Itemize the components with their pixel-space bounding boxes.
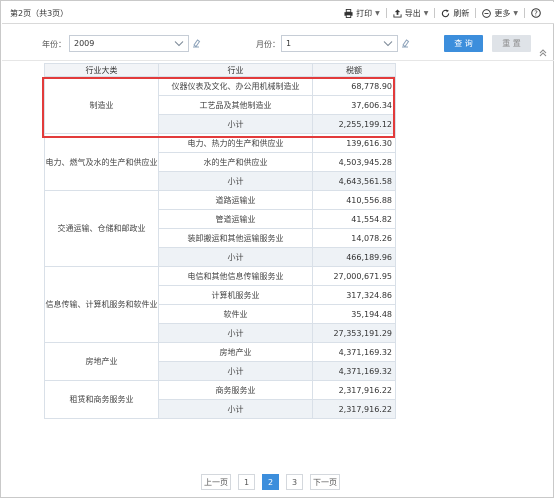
table-row: 租赁和商务服务业 商务服务业 2,317,916.22 — [44, 380, 396, 419]
pagination: 上一页 1 2 3 下一页 — [201, 474, 347, 490]
more-label: 更多 — [494, 8, 511, 18]
filter-bar: 年份： 2009 月份： 1 查 询 重 置 — [2, 25, 554, 61]
industry-cell: 仪器仪表及文化、办公用机械制造业 — [158, 76, 313, 96]
chevron-down-icon: ▼ — [375, 9, 380, 17]
export-icon — [393, 8, 402, 18]
report-window: 第2页（共3页） 打印 ▼ 导出 ▼ 刷新 更多 ▼ ? 年份： 2009 月份… — [0, 0, 554, 498]
industry-cell: 计算机服务业 — [158, 285, 313, 305]
page-info: 第2页（共3页） — [10, 9, 69, 18]
industry-cell: 电力、热力的生产和供应业 — [158, 133, 313, 153]
tax-cell: 68,778.90 — [312, 76, 396, 96]
table-row: 交通运输、仓储和邮政业 道路运输业 410,556.88 — [44, 190, 396, 267]
clear-icon[interactable] — [191, 38, 201, 48]
tax-cell: 14,078.26 — [312, 228, 396, 248]
prev-page-button[interactable]: 上一页 — [201, 474, 231, 490]
refresh-label: 刷新 — [453, 8, 470, 18]
year-select[interactable]: 2009 — [69, 35, 189, 52]
chevron-down-icon: ▼ — [513, 9, 518, 17]
more-button[interactable]: 更多 ▼ — [478, 8, 522, 19]
industry-cell: 商务服务业 — [158, 380, 313, 400]
subtotal-label: 小计 — [158, 399, 313, 419]
table-row: 信息传输、计算机服务和软件业 电信和其他信息传输服务业 27,000,671.9… — [44, 266, 396, 343]
industry-cell: 装卸搬运和其他运输服务业 — [158, 228, 313, 248]
table-row: 房地产业 房地产业 4,371,169.32 — [44, 342, 396, 381]
table-row: 制造业 仪器仪表及文化、办公用机械制造业 68,778.90 — [44, 76, 396, 134]
subtotal-tax: 2,317,916.22 — [312, 399, 396, 419]
tax-cell: 37,606.34 — [312, 95, 396, 115]
export-label: 导出 — [404, 8, 421, 18]
subtotal-label: 小计 — [158, 323, 313, 343]
subtotal-tax: 4,371,169.32 — [312, 361, 396, 381]
industry-cell: 房地产业 — [158, 342, 313, 362]
page-button-3[interactable]: 3 — [286, 474, 303, 490]
divider — [524, 8, 525, 18]
month-label: 月份： — [256, 40, 280, 49]
industry-cell: 工艺品及其他制造业 — [158, 95, 313, 115]
printer-icon — [344, 8, 353, 18]
subtotal-tax: 466,189.96 — [312, 247, 396, 267]
subtotal-tax: 4,643,561.58 — [312, 171, 396, 191]
clear-icon[interactable] — [400, 38, 410, 48]
tax-cell: 2,317,916.22 — [312, 380, 396, 400]
print-button[interactable]: 打印 ▼ — [340, 8, 384, 19]
help-button[interactable]: ? — [527, 8, 548, 18]
tax-cell: 410,556.88 — [312, 190, 396, 210]
category-cell: 信息传输、计算机服务和软件业 — [44, 266, 159, 343]
divider — [475, 8, 477, 18]
month-select[interactable]: 1 — [281, 35, 398, 52]
page-button-2[interactable]: 2 — [262, 474, 279, 490]
year-label: 年份： — [42, 40, 66, 49]
subtotal-label: 小计 — [158, 361, 313, 381]
subtotal-label: 小计 — [158, 114, 313, 134]
subtotal-label: 小计 — [158, 247, 313, 267]
top-toolbar: 第2页（共3页） 打印 ▼ 导出 ▼ 刷新 更多 ▼ ? — [2, 2, 554, 24]
next-page-button[interactable]: 下一页 — [310, 474, 340, 490]
tax-cell: 317,324.86 — [312, 285, 396, 305]
page-button-1[interactable]: 1 — [238, 474, 255, 490]
divider — [434, 8, 436, 18]
divider — [385, 8, 387, 18]
table-header-row: 行业大类 行业 税额 — [44, 63, 396, 77]
industry-cell: 水的生产和供应业 — [158, 152, 313, 172]
category-cell: 房地产业 — [44, 342, 159, 381]
svg-text:?: ? — [534, 10, 538, 18]
reset-button[interactable]: 重 置 — [492, 35, 531, 52]
column-header-category: 行业大类 — [44, 63, 159, 77]
refresh-icon — [442, 8, 450, 17]
category-cell: 电力、燃气及水的生产和供应业 — [44, 133, 159, 191]
industry-cell: 道路运输业 — [158, 190, 313, 210]
chevron-down-icon: ▼ — [423, 9, 429, 17]
category-cell: 租赁和商务服务业 — [44, 380, 159, 419]
tax-cell: 139,616.30 — [312, 133, 396, 153]
chevron-down-icon — [174, 41, 184, 47]
subtotal-tax: 2,255,199.12 — [312, 114, 396, 134]
table-row: 电力、燃气及水的生产和供应业 电力、热力的生产和供应业 139,616.30 — [44, 133, 396, 191]
category-cell: 制造业 — [44, 76, 159, 134]
category-cell: 交通运输、仓储和邮政业 — [44, 190, 159, 267]
help-icon: ? — [531, 8, 541, 18]
export-button[interactable]: 导出 ▼ — [389, 8, 433, 19]
more-icon — [482, 8, 492, 18]
industry-cell: 管道运输业 — [158, 209, 313, 229]
industry-cell: 电信和其他信息传输服务业 — [158, 266, 313, 286]
tax-cell: 41,554.82 — [312, 209, 396, 229]
chevron-down-icon — [383, 41, 393, 47]
refresh-button[interactable]: 刷新 — [437, 8, 473, 19]
tax-cell: 4,371,169.32 — [312, 342, 396, 362]
collapse-icon[interactable] — [539, 49, 547, 57]
column-header-industry: 行业 — [158, 63, 313, 77]
tax-cell: 35,194.48 — [312, 304, 396, 324]
toolbar-tools: 打印 ▼ 导出 ▼ 刷新 更多 ▼ ? — [340, 6, 548, 20]
column-header-tax: 税额 — [312, 63, 396, 77]
tax-cell: 4,503,945.28 — [312, 152, 396, 172]
print-label: 打印 — [356, 8, 373, 18]
industry-cell: 软件业 — [158, 304, 313, 324]
subtotal-tax: 27,353,191.29 — [312, 323, 396, 343]
subtotal-label: 小计 — [158, 171, 313, 191]
query-button[interactable]: 查 询 — [444, 35, 483, 52]
month-value: 1 — [286, 39, 292, 48]
year-value: 2009 — [74, 39, 95, 48]
tax-table: 行业大类 行业 税额 制造业 仪器仪表及文化、办公用机械制造业 68,778.9… — [44, 63, 396, 419]
tax-cell: 27,000,671.95 — [312, 266, 396, 286]
